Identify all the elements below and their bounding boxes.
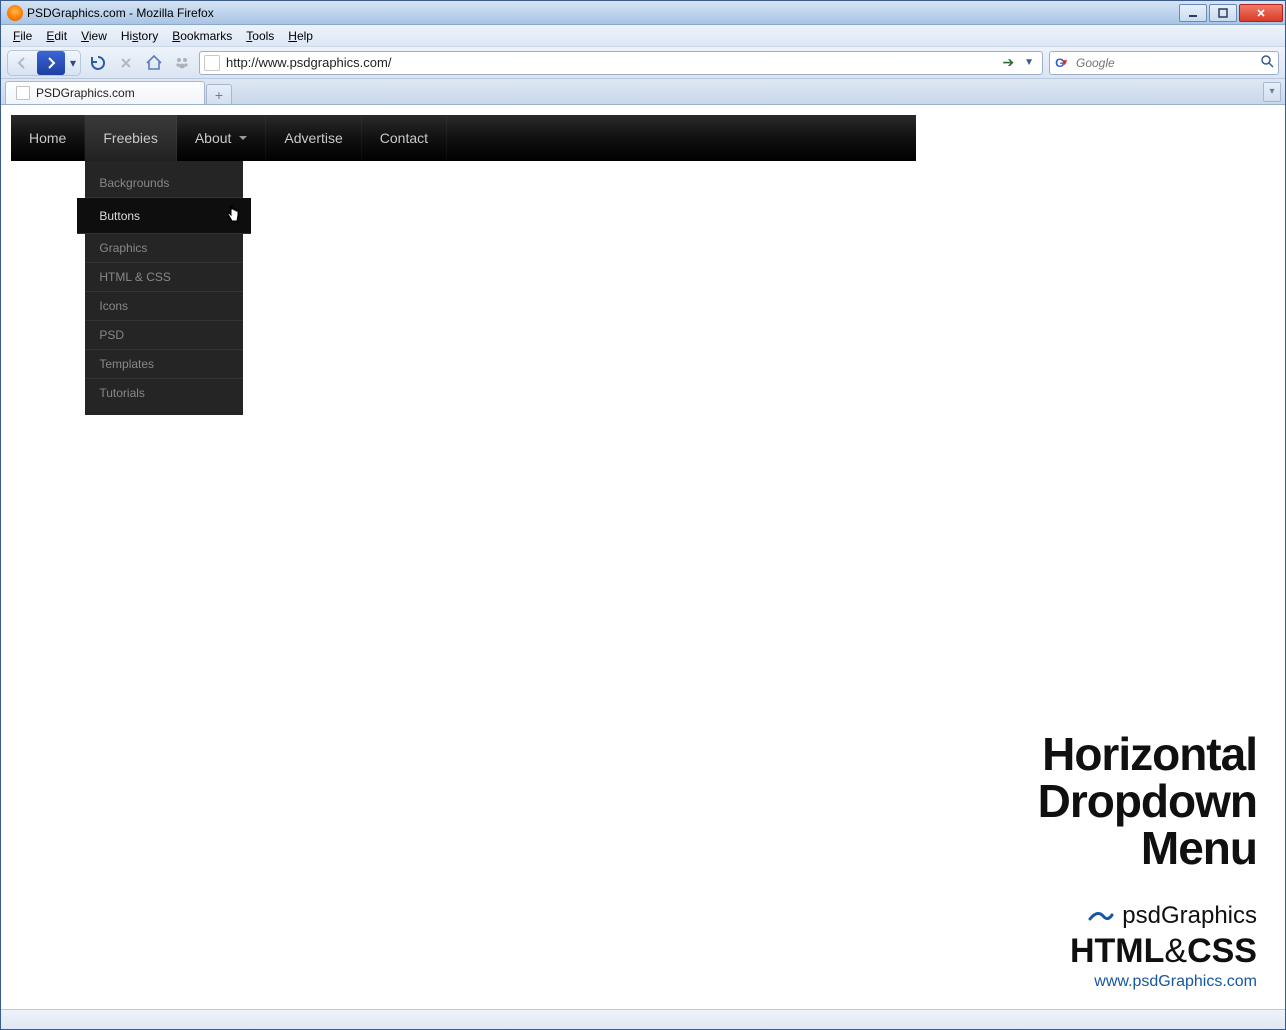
search-input[interactable] — [1076, 56, 1254, 70]
go-button[interactable]: ➔ — [1002, 54, 1014, 71]
back-forward-group: ▾ — [7, 50, 81, 76]
titlebar: PSDGraphics.com - Mozilla Firefox — [1, 1, 1285, 25]
tab-strip: PSDGraphics.com + ▾ — [1, 79, 1285, 105]
tab-page-icon — [16, 86, 30, 100]
menubar: File Edit View History Bookmarks Tools H… — [1, 25, 1285, 47]
nav-label: Home — [29, 130, 66, 146]
dropdown-item-backgrounds[interactable]: Backgrounds — [85, 169, 243, 198]
page-content: Home Freebies Backgrounds Buttons Graphi… — [1, 105, 1285, 1009]
tab-label: PSDGraphics.com — [36, 86, 135, 100]
dropdown-item-graphics[interactable]: Graphics — [85, 234, 243, 263]
status-bar — [1, 1009, 1285, 1029]
navigation-toolbar: ▾ ➔ ▼ G▾ — [1, 47, 1285, 79]
maximize-button[interactable] — [1209, 4, 1237, 22]
menu-view[interactable]: View — [75, 27, 113, 45]
minimize-button[interactable] — [1179, 4, 1207, 22]
page-icon — [204, 55, 220, 71]
dropdown-item-templates[interactable]: Templates — [85, 350, 243, 379]
dropdown-item-icons[interactable]: Icons — [85, 292, 243, 321]
tab-list-button[interactable]: ▾ — [1263, 82, 1281, 102]
window-controls — [1179, 4, 1283, 22]
tab-psdgraphics[interactable]: PSDGraphics.com — [5, 81, 205, 104]
firefox-icon — [7, 5, 23, 21]
chevron-down-icon — [239, 136, 247, 140]
search-box[interactable]: G▾ — [1049, 51, 1279, 75]
nav-label: About — [195, 130, 232, 146]
menu-tools[interactable]: Tools — [240, 27, 280, 45]
stop-button[interactable] — [115, 52, 137, 74]
menu-help[interactable]: Help — [282, 27, 319, 45]
pointer-cursor-icon — [225, 205, 241, 226]
address-dropdown-icon[interactable]: ▼ — [1020, 57, 1038, 68]
paw-icon[interactable] — [171, 52, 193, 74]
history-dropdown-icon[interactable]: ▾ — [66, 56, 80, 70]
headline-line1: Horizontal — [1038, 731, 1257, 778]
nav-home[interactable]: Home — [11, 115, 85, 161]
watermark: Horizontal Dropdown Menu psdGraphics HTM… — [1038, 731, 1257, 991]
dropdown-item-htmlcss[interactable]: HTML & CSS — [85, 263, 243, 292]
reload-button[interactable] — [87, 52, 109, 74]
headline-line2: Dropdown — [1038, 778, 1257, 825]
headline-line3: Menu — [1038, 825, 1257, 872]
google-icon: G▾ — [1054, 55, 1070, 71]
htmlcss-text: HTML&CSS — [1038, 932, 1257, 971]
psdgraphics-logo-icon — [1088, 906, 1114, 926]
nav-advertise[interactable]: Advertise — [266, 115, 361, 161]
brand-row: psdGraphics — [1038, 902, 1257, 930]
window-title: PSDGraphics.com - Mozilla Firefox — [27, 6, 214, 20]
menu-edit[interactable]: Edit — [40, 27, 73, 45]
dropdown-item-tutorials[interactable]: Tutorials — [85, 379, 243, 407]
dropdown-freebies: Backgrounds Buttons Graphics HTML & CSS … — [85, 161, 243, 415]
nav-about[interactable]: About — [177, 115, 267, 161]
nav-label: Freebies — [103, 130, 157, 146]
address-bar[interactable]: ➔ ▼ — [199, 51, 1043, 75]
forward-button[interactable] — [37, 51, 65, 75]
nav-label: Advertise — [284, 130, 342, 146]
menu-history[interactable]: History — [115, 27, 164, 45]
nav-contact[interactable]: Contact — [362, 115, 447, 161]
brand-url: www.psdGraphics.com — [1038, 973, 1257, 991]
search-icon[interactable] — [1260, 54, 1274, 71]
nav-freebies[interactable]: Freebies Backgrounds Buttons Graphics HT… — [85, 115, 176, 161]
brand-text: psdGraphics — [1122, 902, 1257, 930]
new-tab-button[interactable]: + — [206, 84, 232, 104]
url-input[interactable] — [226, 55, 996, 70]
back-button[interactable] — [8, 51, 36, 75]
menu-bookmarks[interactable]: Bookmarks — [166, 27, 238, 45]
dropdown-item-psd[interactable]: PSD — [85, 321, 243, 350]
home-button[interactable] — [143, 52, 165, 74]
close-button[interactable] — [1239, 4, 1283, 22]
nav-label: Contact — [380, 130, 428, 146]
horizontal-menu: Home Freebies Backgrounds Buttons Graphi… — [11, 115, 916, 161]
menu-file[interactable]: File — [7, 27, 38, 45]
dropdown-item-buttons[interactable]: Buttons — [77, 198, 251, 234]
